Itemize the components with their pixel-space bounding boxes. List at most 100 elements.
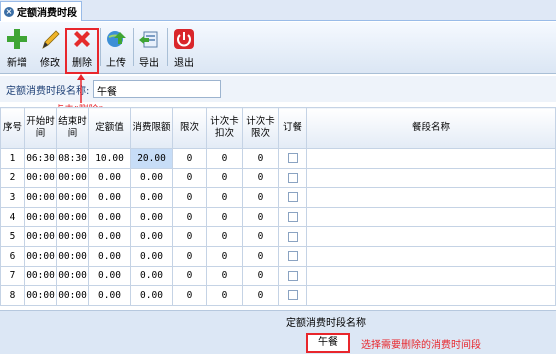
cell-meal-name[interactable]	[306, 148, 556, 169]
cell-amount[interactable]: 0.00	[88, 187, 131, 208]
cell-limit[interactable]: 20.00	[130, 148, 173, 169]
cell-meal-name[interactable]	[306, 167, 556, 189]
cell-seq[interactable]: 5	[0, 226, 25, 247]
table-row[interactable]: 5 00:00 00:00 0.00 0.00 0 0 0	[0, 226, 556, 247]
cell-deduct[interactable]: 0	[206, 245, 243, 267]
cell-start[interactable]: 00:00	[24, 167, 57, 189]
edit-button[interactable]: 修改	[36, 24, 64, 70]
cell-end[interactable]: 00:00	[56, 245, 89, 267]
cell-end[interactable]: 00:00	[56, 187, 89, 208]
cell-limit[interactable]: 0.00	[130, 206, 173, 228]
cell-deduct[interactable]: 0	[206, 285, 243, 306]
cell-order[interactable]	[278, 167, 307, 189]
cell-end[interactable]: 00:00	[56, 265, 89, 287]
table-row[interactable]: 2 00:00 00:00 0.00 0.00 0 0 0	[0, 167, 556, 189]
cell-climit[interactable]: 0	[242, 265, 279, 287]
cell-end[interactable]: 00:00	[56, 167, 89, 189]
cell-meal-name[interactable]	[306, 265, 556, 287]
cell-start[interactable]: 00:00	[24, 285, 57, 306]
cell-times[interactable]: 0	[172, 285, 207, 306]
cell-amount[interactable]: 0.00	[88, 265, 131, 287]
cell-meal-name[interactable]	[306, 245, 556, 267]
order-checkbox[interactable]	[287, 231, 298, 242]
col-card-deduct-header[interactable]: 计次卡扣次	[206, 107, 243, 149]
cell-order[interactable]	[278, 265, 307, 287]
cell-meal-name[interactable]	[306, 226, 556, 247]
cell-meal-name[interactable]	[306, 285, 556, 306]
cell-start[interactable]: 00:00	[24, 226, 57, 247]
cell-seq[interactable]: 4	[0, 206, 25, 228]
col-end-header[interactable]: 结束时间	[56, 107, 89, 149]
cell-meal-name[interactable]	[306, 187, 556, 208]
cell-amount[interactable]: 0.00	[88, 245, 131, 267]
col-start-header[interactable]: 开始时间	[24, 107, 57, 149]
cell-climit[interactable]: 0	[242, 245, 279, 267]
cell-limit[interactable]: 0.00	[130, 226, 173, 247]
col-seq-header[interactable]: 序号	[0, 107, 25, 149]
order-checkbox[interactable]	[287, 172, 298, 183]
upload-button[interactable]: 上传	[103, 24, 129, 70]
col-card-limit-header[interactable]: 计次卡限次	[242, 107, 279, 149]
cell-seq[interactable]: 2	[0, 167, 25, 189]
cell-end[interactable]: 00:00	[56, 206, 89, 228]
col-name-header[interactable]: 餐段名称	[306, 107, 556, 149]
cell-end[interactable]: 00:00	[56, 226, 89, 247]
cell-deduct[interactable]: 0	[206, 148, 243, 169]
cell-times[interactable]: 0	[172, 187, 207, 208]
cell-climit[interactable]: 0	[242, 206, 279, 228]
table-row[interactable]: 6 00:00 00:00 0.00 0.00 0 0 0	[0, 245, 556, 267]
close-icon[interactable]: ×	[4, 6, 14, 17]
cell-climit[interactable]: 0	[242, 167, 279, 189]
cell-climit[interactable]: 0	[242, 226, 279, 247]
cell-start[interactable]: 00:00	[24, 206, 57, 228]
cell-deduct[interactable]: 0	[206, 167, 243, 189]
cell-times[interactable]: 0	[172, 206, 207, 228]
cell-amount[interactable]: 0.00	[88, 285, 131, 306]
cell-deduct[interactable]: 0	[206, 206, 243, 228]
cell-limit[interactable]: 0.00	[130, 167, 173, 189]
order-checkbox[interactable]	[287, 192, 298, 203]
cell-end[interactable]: 00:00	[56, 285, 89, 306]
cell-limit[interactable]: 0.00	[130, 245, 173, 267]
cell-limit[interactable]: 0.00	[130, 187, 173, 208]
col-limit-header[interactable]: 消费限额	[130, 107, 173, 149]
cell-order[interactable]	[278, 148, 307, 169]
cell-seq[interactable]: 6	[0, 245, 25, 267]
cell-times[interactable]: 0	[172, 226, 207, 247]
cell-times[interactable]: 0	[172, 265, 207, 287]
table-row[interactable]: 3 00:00 00:00 0.00 0.00 0 0 0	[0, 187, 556, 208]
order-checkbox[interactable]	[287, 251, 298, 262]
cell-deduct[interactable]: 0	[206, 226, 243, 247]
cell-limit[interactable]: 0.00	[130, 265, 173, 287]
cell-end[interactable]: 08:30	[56, 148, 89, 169]
cell-deduct[interactable]: 0	[206, 265, 243, 287]
cell-order[interactable]	[278, 206, 307, 228]
cell-climit[interactable]: 0	[242, 187, 279, 208]
selected-period-cell[interactable]: 午餐	[306, 333, 350, 353]
cell-climit[interactable]: 0	[242, 148, 279, 169]
cell-amount[interactable]: 10.00	[88, 148, 131, 169]
cell-amount[interactable]: 0.00	[88, 226, 131, 247]
col-amount-header[interactable]: 定额值	[88, 107, 131, 149]
table-row[interactable]: 8 00:00 00:00 0.00 0.00 0 0 0	[0, 285, 556, 306]
cell-times[interactable]: 0	[172, 245, 207, 267]
cell-times[interactable]: 0	[172, 148, 207, 169]
cell-seq[interactable]: 1	[0, 148, 25, 169]
order-checkbox[interactable]	[287, 270, 298, 281]
cell-amount[interactable]: 0.00	[88, 167, 131, 189]
table-row[interactable]: 1 06:30 08:30 10.00 20.00 0 0 0	[0, 148, 556, 169]
cell-deduct[interactable]: 0	[206, 187, 243, 208]
col-order-header[interactable]: 订餐	[278, 107, 307, 149]
cell-order[interactable]	[278, 226, 307, 247]
cell-seq[interactable]: 3	[0, 187, 25, 208]
cell-order[interactable]	[278, 245, 307, 267]
export-button[interactable]: 导出	[137, 24, 161, 70]
cell-limit[interactable]: 0.00	[130, 285, 173, 306]
cell-order[interactable]	[278, 187, 307, 208]
order-checkbox[interactable]	[287, 212, 298, 223]
cell-start[interactable]: 00:00	[24, 265, 57, 287]
cell-amount[interactable]: 0.00	[88, 206, 131, 228]
period-name-field[interactable]: 午餐	[93, 80, 221, 98]
cell-start[interactable]: 00:00	[24, 245, 57, 267]
cell-climit[interactable]: 0	[242, 285, 279, 306]
